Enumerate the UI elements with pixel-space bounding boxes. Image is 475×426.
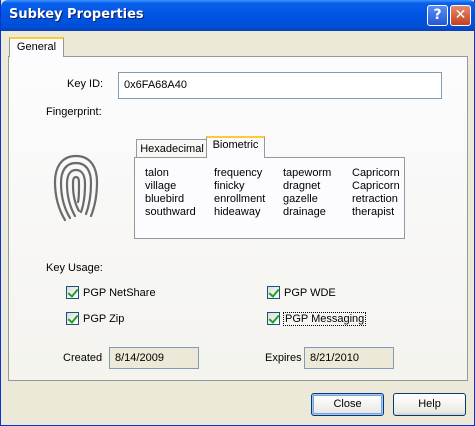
biometric-word: southward <box>145 206 196 218</box>
biometric-word: enrollment <box>214 193 266 205</box>
key-usage-label: Key Usage: <box>46 262 103 274</box>
key-id-field[interactable]: 0x6FA68A40 <box>118 72 442 99</box>
close-button[interactable]: Close <box>311 393 384 416</box>
title-bar[interactable]: Subkey Properties ? ✕ <box>1 0 475 31</box>
checkbox-icon[interactable] <box>66 286 79 299</box>
biometric-word: finicky <box>214 180 245 192</box>
checkbox-icon[interactable] <box>267 312 280 325</box>
subkey-properties-dialog: Subkey Properties ? ✕ General Key ID: 0x… <box>0 0 475 426</box>
help-icon[interactable]: ? <box>427 5 448 26</box>
biometric-word: tapeworm <box>283 167 332 179</box>
biometric-word: bluebird <box>145 193 185 205</box>
biometric-word: therapist <box>352 206 395 218</box>
biometric-word: hideaway <box>214 206 261 218</box>
checkbox-icon[interactable] <box>66 312 79 325</box>
fingerprint-icon <box>53 154 99 222</box>
usage-label: PGP Messaging <box>282 311 367 326</box>
biometric-word: talon <box>145 167 169 179</box>
biometric-panel: talon frequency tapeworm Capricorn villa… <box>134 157 405 239</box>
usage-label: PGP NetShare <box>83 286 156 299</box>
help-button[interactable]: Help <box>393 393 466 416</box>
usage-pgp-zip[interactable]: PGP Zip <box>66 312 124 325</box>
expires-label: Expires <box>265 352 302 364</box>
tab-biometric[interactable]: Biometric <box>206 136 265 158</box>
tab-hexadecimal[interactable]: Hexadecimal <box>136 139 208 159</box>
biometric-word: dragnet <box>283 180 321 192</box>
usage-pgp-netshare[interactable]: PGP NetShare <box>66 286 156 299</box>
usage-label: PGP WDE <box>284 286 336 299</box>
biometric-word: retraction <box>352 193 398 205</box>
biometric-word: village <box>145 180 177 192</box>
biometric-word: frequency <box>214 167 263 179</box>
window-title: Subkey Properties <box>9 7 144 22</box>
created-label: Created <box>63 352 103 364</box>
checkbox-icon[interactable] <box>267 286 280 299</box>
key-id-label: Key ID: <box>67 78 104 90</box>
usage-pgp-messaging[interactable]: PGP Messaging <box>267 311 367 326</box>
usage-label: PGP Zip <box>83 312 125 325</box>
biometric-word-grid: talon frequency tapeworm Capricorn villa… <box>145 167 412 219</box>
biometric-word: gazelle <box>283 193 318 205</box>
fingerprint-label: Fingerprint: <box>46 106 102 118</box>
created-field: 8/14/2009 <box>109 347 199 369</box>
usage-pgp-wde[interactable]: PGP WDE <box>267 286 336 299</box>
tab-general[interactable]: General <box>9 37 64 57</box>
biometric-word: Capricorn <box>352 180 400 192</box>
expires-field: 8/21/2010 <box>304 347 394 369</box>
biometric-word: drainage <box>283 206 326 218</box>
close-icon[interactable]: ✕ <box>450 5 471 26</box>
biometric-word: Capricorn <box>352 167 400 179</box>
